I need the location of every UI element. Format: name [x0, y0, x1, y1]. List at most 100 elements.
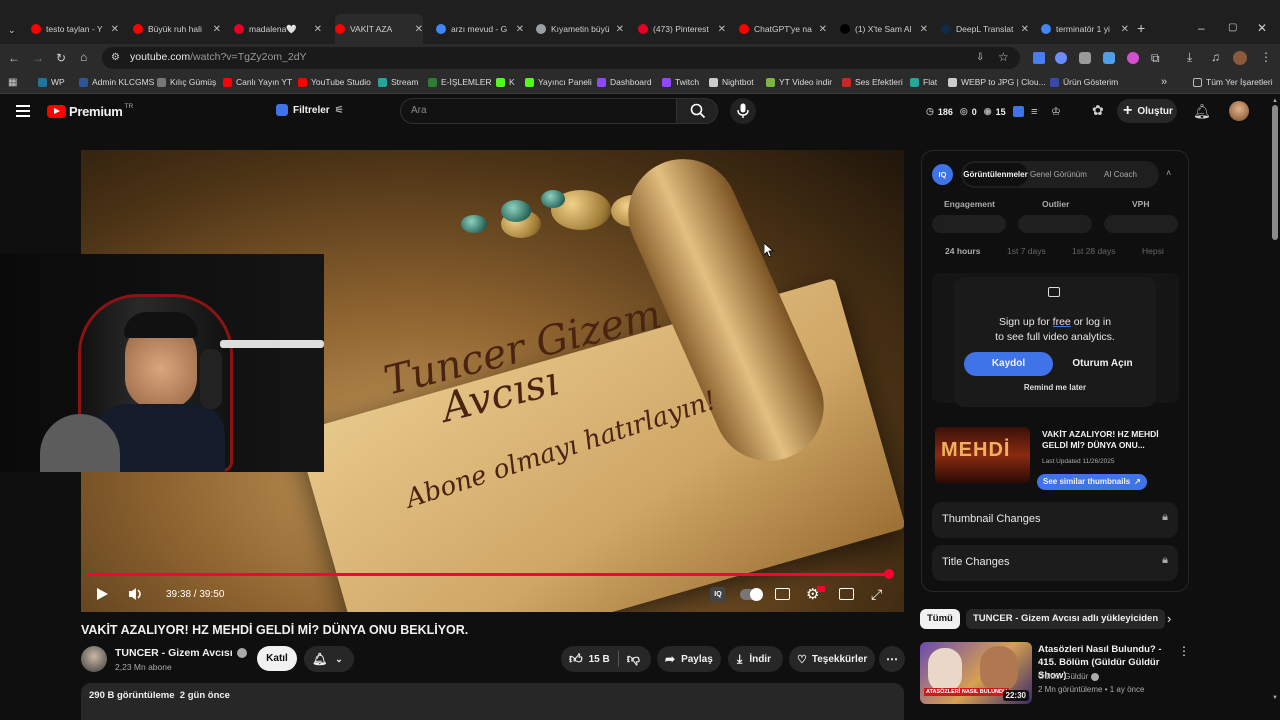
bookmark-item[interactable]: Yayıncı Paneli	[525, 77, 592, 87]
thumbnail-preview[interactable]: MEHDİ	[935, 427, 1030, 483]
more-actions-button[interactable]: ⋯	[879, 646, 905, 672]
collapse-chevron-icon[interactable]: ˄	[1166, 168, 1171, 178]
scrollbar-thumb[interactable]	[1272, 105, 1278, 240]
bookmark-item[interactable]: Dashboard	[597, 77, 652, 87]
bookmark-item[interactable]: WP	[38, 77, 65, 87]
maximize-icon[interactable]: ▢	[1228, 22, 1237, 34]
scroll-down-icon[interactable]: ▼	[1272, 695, 1278, 701]
iq-player-button[interactable]: IQ	[710, 587, 726, 602]
search-input[interactable]: Ara	[400, 98, 676, 124]
register-button[interactable]: Kaydol	[964, 352, 1053, 376]
tab-close-icon[interactable]: ✕	[415, 24, 423, 35]
bookmark-star-icon[interactable]: ☆	[998, 51, 1009, 63]
tab-views[interactable]: Görüntülenmeler	[963, 163, 1028, 186]
browser-tab[interactable]: DeepL Translat ✕	[941, 17, 1029, 41]
tab-ai-coach[interactable]: AI Coach	[1104, 170, 1137, 179]
tab-close-icon[interactable]: ✕	[111, 24, 119, 35]
miniplayer-icon[interactable]	[839, 588, 854, 600]
tab-close-icon[interactable]: ✕	[920, 24, 928, 35]
range-24-hours[interactable]: 24 hours	[945, 246, 980, 256]
browser-tab[interactable]: Kıyametin büyü ✕	[536, 17, 624, 41]
search-button[interactable]	[676, 98, 718, 124]
minimize-icon[interactable]: –	[1198, 22, 1205, 34]
page-scrollbar[interactable]: ▲ ▼	[1270, 95, 1280, 720]
extensions-puzzle-icon[interactable]: ⧉	[1151, 52, 1160, 64]
bookmark-item[interactable]: Admin KLCGMS	[79, 77, 154, 87]
bookmark-item[interactable]: YT Video indir	[766, 77, 832, 87]
new-tab-button[interactable]: +	[1137, 21, 1145, 35]
bookmark-item[interactable]: K	[496, 77, 515, 87]
channel-avatar[interactable]	[81, 646, 107, 672]
extension-icon[interactable]	[1055, 52, 1067, 64]
remind-later-link[interactable]: Remind me later	[954, 383, 1156, 392]
account-avatar[interactable]	[1229, 101, 1249, 121]
browser-tab[interactable]: ChatGPT'ye na ✕	[739, 17, 827, 41]
browser-tab[interactable]: (473) Pinterest ✕	[638, 17, 726, 41]
media-controls-icon[interactable]: ♫	[1211, 51, 1220, 63]
thanks-button[interactable]: ♡ Teşekkürler	[789, 646, 875, 672]
thumbnail-changes-row[interactable]: Thumbnail Changes 🔒︎	[932, 502, 1178, 538]
guide-menu-icon[interactable]	[16, 105, 30, 117]
signup-free-link[interactable]: free	[1053, 316, 1071, 328]
subscribe-bell-button[interactable]: 🔔︎ ⌄	[304, 646, 354, 672]
chips-next-chevron-icon[interactable]: ›	[1167, 611, 1171, 626]
bookmark-item[interactable]: E-İŞLEMLER	[428, 77, 492, 87]
play-icon[interactable]	[95, 587, 109, 601]
tab-close-icon[interactable]: ✕	[819, 24, 827, 35]
site-info-icon[interactable]: ⚙	[111, 52, 120, 64]
bookmark-item[interactable]: YouTube Studio	[298, 77, 371, 87]
create-button[interactable]: + Oluştur	[1117, 99, 1177, 123]
channel-name[interactable]: TUNCER - Gizem Avcısı	[115, 647, 247, 659]
filters-button[interactable]: Filtreler ⚟	[276, 104, 344, 116]
browser-tab[interactable]: terminatör 1 yi ✕	[1041, 17, 1129, 41]
tab-close-icon[interactable]: ✕	[516, 24, 524, 35]
share-button[interactable]: ➦ Paylaş	[657, 646, 721, 672]
all-bookmarks[interactable]: Tüm Yer İşaretleri	[1193, 77, 1273, 87]
recommended-video-channel[interactable]: Güldür Güldür	[1038, 672, 1100, 681]
login-button[interactable]: Oturum Açın	[1058, 352, 1147, 376]
browser-tab[interactable]: arzı mevud - G ✕	[436, 17, 524, 41]
url-text[interactable]: youtube.com/watch?v=TgZy2om_2dY	[130, 51, 307, 63]
bookmark-item[interactable]: Stream	[378, 77, 418, 87]
install-app-icon[interactable]: ⇩	[976, 52, 984, 64]
range-28-days[interactable]: 1st 28 days	[1072, 246, 1115, 256]
browser-tab[interactable]: testo taylan - Y ✕	[31, 17, 119, 41]
translate-extension-icon[interactable]	[1033, 52, 1045, 64]
volume-icon[interactable]	[128, 587, 144, 601]
tab-close-icon[interactable]: ✕	[314, 24, 322, 35]
subtitles-icon[interactable]	[775, 588, 790, 600]
bookmark-item[interactable]: Ses Efektleri	[842, 77, 903, 87]
voice-search-button[interactable]	[730, 98, 756, 124]
recommended-video-thumbnail[interactable]: ATASÖZLERİ NASIL BULUNDU 22:30	[920, 642, 1032, 704]
tab-close-icon[interactable]: ✕	[1121, 24, 1129, 35]
bookmark-item[interactable]: Nightbot	[709, 77, 754, 87]
dislike-button[interactable]: 👎︎	[627, 651, 640, 667]
autoplay-toggle[interactable]	[740, 588, 763, 601]
browser-tab[interactable]: VAKİT AZA ✕	[335, 14, 423, 44]
bookmark-item[interactable]: Canlı Yayın YT	[223, 77, 292, 87]
extension-icon[interactable]	[1127, 52, 1139, 64]
youtube-logo[interactable]: Premium TR	[47, 103, 133, 119]
back-icon[interactable]: ←	[8, 52, 20, 64]
bookmark-item[interactable]: Ürün Gösterim	[1050, 77, 1118, 87]
apps-grid-icon[interactable]: ▦	[8, 77, 17, 89]
reload-icon[interactable]: ↻	[56, 52, 66, 64]
range-7-days[interactable]: 1st 7 days	[1007, 246, 1046, 256]
tab-overview[interactable]: Genel Görünüm	[1030, 170, 1087, 179]
bookmark-item[interactable]: Flat	[910, 77, 937, 87]
browser-tab[interactable]: (1) X'te Sam Al ✕	[840, 17, 928, 41]
recommended-more-icon[interactable]: ⋮	[1178, 644, 1190, 658]
home-icon[interactable]: ⌂	[80, 51, 87, 63]
browser-menu-icon[interactable]: ⋮	[1260, 51, 1272, 63]
bookmark-item[interactable]: Twitch	[662, 77, 699, 87]
notifications-bell-icon[interactable]: 🔔︎	[1193, 104, 1211, 118]
description-box[interactable]: 290 B görüntüleme 2 gün önce	[81, 683, 904, 720]
tab-close-icon[interactable]: ✕	[1021, 24, 1029, 35]
extension-icon[interactable]	[1103, 52, 1115, 64]
coach-icon[interactable]: ♔	[1051, 106, 1061, 118]
tab-close-icon[interactable]: ✕	[616, 24, 624, 35]
camera-extension-icon[interactable]	[1079, 52, 1091, 64]
chip-all[interactable]: Tümü	[920, 609, 960, 629]
iq-extension-icon[interactable]	[1013, 106, 1024, 117]
forward-icon[interactable]: →	[32, 52, 44, 64]
